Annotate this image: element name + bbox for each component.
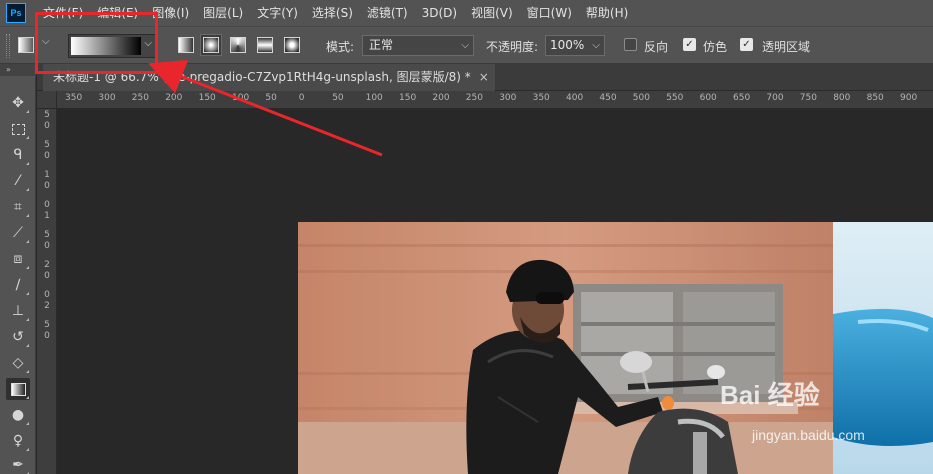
transparency-label: 透明区域 xyxy=(762,40,811,54)
move-tool-icon[interactable]: ✥ xyxy=(6,92,30,114)
ruler-tick-label: 650 xyxy=(733,93,751,103)
reflected-gradient-icon[interactable] xyxy=(257,37,273,53)
vertical-ruler[interactable]: 5050100150200250 xyxy=(37,109,57,474)
opacity-label: 不透明度: xyxy=(486,40,539,54)
blur-tool-icon[interactable]: ● xyxy=(6,404,30,426)
diamond-gradient-icon[interactable] xyxy=(284,37,300,53)
ruler-tick-label: 5 xyxy=(44,320,50,330)
ruler-tick-label: 550 xyxy=(666,93,684,103)
canvas-workspace[interactable] xyxy=(58,110,933,474)
opacity-input[interactable]: 100% ⌵ xyxy=(545,35,605,56)
magic-wand-icon[interactable]: ⁄ xyxy=(6,170,30,192)
ruler-tick-label: 1 xyxy=(44,211,50,221)
mode-label: 模式: xyxy=(326,40,355,54)
menu-window[interactable]: 窗口(W) xyxy=(520,0,579,26)
watermark-brand: Bai 经验 xyxy=(720,380,820,410)
ruler-tick-label: 1 xyxy=(44,170,50,180)
ruler-tick-label: 0 xyxy=(44,181,50,191)
mode-value: 正常 xyxy=(369,38,394,52)
chevron-down-icon: ⌵ xyxy=(592,40,600,51)
ruler-tick-label: 500 xyxy=(632,93,650,103)
options-bar-grip[interactable] xyxy=(6,34,10,58)
tool-preset-icon[interactable] xyxy=(18,37,34,53)
marquee-tool-icon[interactable] xyxy=(6,118,30,140)
eraser-icon[interactable]: ◇ xyxy=(6,352,30,374)
transparency-checkbox[interactable]: ✓ xyxy=(740,38,753,51)
ruler-tick-label: 5 xyxy=(44,230,50,240)
menu-help[interactable]: 帮助(H) xyxy=(579,0,635,26)
ruler-tick-label: 450 xyxy=(599,93,617,103)
eyedropper-icon[interactable]: ⟋ xyxy=(6,222,30,244)
menu-layer[interactable]: 图层(L) xyxy=(196,0,250,26)
ruler-tick-label: 0 xyxy=(298,93,305,103)
menu-view[interactable]: 视图(V) xyxy=(464,0,520,26)
close-icon[interactable]: × xyxy=(479,64,489,91)
ruler-tick-label: 0 xyxy=(44,121,50,131)
horizontal-ruler[interactable]: 350 300 250 200 150 100 50 0 50 100 150 200 250 300 35… xyxy=(57,91,933,109)
dodge-tool-icon[interactable]: ♀ xyxy=(6,430,30,452)
crop-tool-icon[interactable]: ⌗ xyxy=(6,196,30,218)
ruler-tick-label: 2 xyxy=(44,301,50,311)
ruler-tick-label: 150 xyxy=(198,93,216,103)
watermark-url: jingyan.baidu.com xyxy=(752,427,865,443)
ruler-tick-label: 2 xyxy=(44,260,50,270)
dither-label: 仿色 xyxy=(703,40,728,54)
menu-select[interactable]: 选择(S) xyxy=(305,0,360,26)
pen-tool-icon[interactable]: ✒ xyxy=(6,454,30,474)
brush-tool-icon[interactable]: ∕ xyxy=(6,274,30,296)
ruler-tick-label: 5 xyxy=(44,110,50,120)
highlight-box xyxy=(35,12,158,74)
ruler-tick-label: 750 xyxy=(799,93,817,103)
toolbar-collapse[interactable]: » xyxy=(0,64,36,76)
ruler-tick-label: 200 xyxy=(432,93,450,103)
ruler-tick-label: 350 xyxy=(65,93,83,103)
opacity-value: 100% xyxy=(550,38,585,52)
ruler-tick-label: 0 xyxy=(44,290,50,300)
ruler-tick-label: 250 xyxy=(465,93,483,103)
ruler-tick-label: 0 xyxy=(44,241,50,251)
ruler-tick-label: 200 xyxy=(165,93,183,103)
linear-gradient-icon[interactable] xyxy=(178,37,194,53)
clone-stamp-icon[interactable]: ⊥ xyxy=(6,300,30,322)
ruler-tick-label: 350 xyxy=(532,93,550,103)
ruler-tick-label: 0 xyxy=(44,271,50,281)
ruler-tick-label: 100 xyxy=(365,93,383,103)
ruler-tick-label: 250 xyxy=(131,93,149,103)
ruler-tick-label: 150 xyxy=(399,93,417,103)
ruler-tick-label: 50 xyxy=(332,93,344,103)
menu-filter[interactable]: 滤镜(T) xyxy=(360,0,415,26)
chevron-down-icon: ⌵ xyxy=(461,40,469,51)
lasso-tool-icon[interactable]: ᑫ xyxy=(6,144,30,166)
photoshop-logo: Ps xyxy=(6,3,26,23)
ruler-tick-label: 100 xyxy=(232,93,250,103)
dither-checkbox[interactable]: ✓ xyxy=(683,38,696,51)
ruler-origin[interactable] xyxy=(37,91,57,109)
tools-panel: ✥ ᑫ ⁄ ⌗ ⟋ ⧈ ∕ ⊥ ↺ ◇ ● ♀ ✒ xyxy=(0,76,36,474)
ruler-tick-label: 850 xyxy=(866,93,884,103)
ruler-tick-label: 900 xyxy=(900,93,918,103)
ruler-tick-label: 600 xyxy=(699,93,717,103)
ruler-tick-label: 0 xyxy=(44,200,50,210)
photoshop-window: Ps 文件(F) 编辑(E) 图像(I) 图层(L) 文字(Y) 选择(S) 滤… xyxy=(0,0,933,474)
reverse-checkbox[interactable] xyxy=(624,38,637,51)
reverse-label: 反向 xyxy=(644,40,669,54)
ruler-tick-label: 300 xyxy=(499,93,517,103)
healing-brush-icon[interactable]: ⧈ xyxy=(6,248,30,270)
angle-gradient-icon[interactable] xyxy=(230,37,246,53)
ruler-tick-label: 300 xyxy=(98,93,116,103)
ruler-tick-label: 0 xyxy=(44,151,50,161)
mode-select[interactable]: 正常 ⌵ xyxy=(362,35,474,56)
ruler-tick-label: 700 xyxy=(766,93,784,103)
history-brush-icon[interactable]: ↺ xyxy=(6,326,30,348)
gradient-tool-icon[interactable] xyxy=(6,378,30,400)
radial-gradient-icon[interactable] xyxy=(201,35,221,55)
ruler-tick-label: 50 xyxy=(265,93,277,103)
ruler-tick-label: 5 xyxy=(44,140,50,150)
ruler-tick-label: 0 xyxy=(44,331,50,341)
menu-3d[interactable]: 3D(D) xyxy=(415,0,464,26)
ruler-tick-label: 400 xyxy=(566,93,584,103)
ruler-tick-label: 800 xyxy=(833,93,851,103)
document-tab-bar: 未标题-1 @ 66.7% (joe-pregadio-C7Zvp1RtH4g-… xyxy=(37,64,933,91)
menu-type[interactable]: 文字(Y) xyxy=(250,0,305,26)
